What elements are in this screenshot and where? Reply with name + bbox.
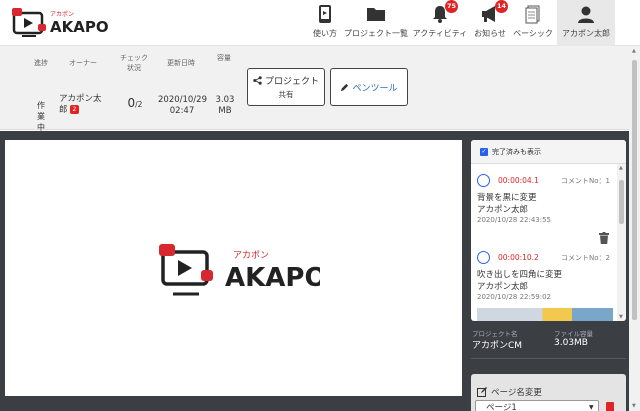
comment-text: 吹き出しを四角に変更 — [477, 270, 563, 280]
owner-count-badge: 2 — [69, 105, 80, 114]
notice-badge: 14 — [494, 0, 508, 13]
svg-text:アカポン: アカポン — [50, 10, 74, 18]
akapon-preview-logo: アカポン AKAPON — [159, 244, 320, 296]
comments-scrollbar[interactable]: ▲ ▼ — [617, 164, 626, 321]
nav-notice[interactable]: 14 お知らせ — [472, 0, 508, 46]
comment-date: 2020/10/28 22:59:02 — [477, 293, 552, 301]
nav-label: ベーシック — [513, 29, 553, 38]
svg-text:AKAPON: AKAPON — [225, 263, 320, 293]
edit-icon — [477, 387, 487, 397]
scroll-down-arrow-icon[interactable]: ▼ — [632, 403, 636, 409]
project-info-bar: 進捗 オーナー チェック状況 更新日時 容量 作業中 アカポン太郎 2 0/2 2… — [0, 46, 640, 157]
trash-icon[interactable] — [599, 232, 609, 244]
nav-usage[interactable]: 使い方 — [307, 0, 343, 46]
header-owner: オーナー — [69, 59, 97, 67]
progress-status: 作業中 — [37, 101, 45, 132]
nav-label: プロジェクト一覧 — [344, 29, 408, 38]
file-size-value: 3.03MB — [554, 338, 588, 348]
folder-icon — [365, 3, 387, 25]
updated-time: 02:47 — [169, 106, 195, 116]
show-done-label: 完了済みも表示 — [492, 147, 541, 156]
page-scrollbar-thumb[interactable] — [632, 60, 637, 320]
pen-icon — [341, 83, 349, 91]
nav-label: お知らせ — [474, 29, 506, 38]
share-project-button[interactable]: プロジェクト 共有 — [247, 68, 325, 106]
scroll-up-arrow-icon[interactable]: ▲ — [619, 165, 623, 171]
checkbox-checked-icon[interactable]: ✓ — [480, 147, 488, 156]
file-size-label: ファイル容量 — [554, 330, 593, 338]
resolve-circle-icon[interactable] — [477, 174, 490, 187]
header-check: チェック状況 — [120, 54, 148, 72]
nav-user-menu[interactable]: アカポン太郎 — [557, 0, 615, 46]
comment-date: 2020/10/28 22:43:55 — [477, 216, 552, 224]
nav-label: アクティビティ — [412, 29, 468, 38]
header-size: 容量 — [217, 54, 231, 62]
comment-item[interactable]: 00:00:10.2 コメントNo：2 吹き出しを四角に変更 アカポン太郎 20… — [471, 251, 614, 311]
workspace: アカポン AKAPON ✓ 完了済みも表示 00:00:04.1 コメントNo：… — [0, 131, 640, 411]
share-button-sub: 共有 — [278, 90, 294, 99]
chevron-down-icon[interactable]: ▼ — [589, 404, 594, 411]
page-name-header: ページ名変更 — [477, 386, 542, 398]
delete-page-icon[interactable] — [606, 402, 614, 411]
resolve-circle-icon[interactable] — [477, 251, 490, 264]
check-status: 0/2 — [122, 96, 148, 111]
size-value: 3.03 — [215, 95, 235, 105]
comment-number: コメントNo：1 — [561, 177, 610, 185]
header-progress: 進捗 — [34, 59, 48, 67]
plan-icon — [522, 3, 544, 25]
nav-activity[interactable]: 75 アクティビティ — [412, 0, 468, 46]
svg-text:アカポン: アカポン — [233, 250, 269, 261]
comment-thumbnail[interactable] — [477, 308, 613, 321]
pen-tool-button[interactable]: ペンツール — [330, 68, 408, 106]
show-done-toggle[interactable]: ✓ 完了済みも表示 — [471, 140, 626, 164]
project-name-label: プロジェクト名 — [472, 330, 518, 338]
nav-label: 使い方 — [313, 29, 337, 38]
scroll-down-arrow-icon[interactable]: ▼ — [619, 314, 623, 320]
divider — [471, 358, 626, 359]
akapon-logo[interactable]: アカポン AKAPON — [12, 6, 121, 38]
user-name: アカポン太郎 — [562, 29, 610, 38]
nav-basic-plan[interactable]: ベーシック — [512, 0, 554, 46]
comment-time[interactable]: 00:00:04.1 — [498, 176, 539, 185]
header-updated: 更新日時 — [167, 59, 195, 67]
bell-icon: 75 — [429, 0, 458, 25]
owner-name: アカポン太郎 — [59, 94, 102, 115]
owner-cell: アカポン太郎 2 — [59, 94, 107, 116]
page-name-panel: ページ名変更 ページ1 ▼ — [471, 374, 626, 411]
project-name-value: アカポンCM — [472, 341, 523, 351]
top-header: アカポン AKAPON 使い方 プロジェクト一覧 75 アクティビティ 14 お… — [0, 0, 640, 46]
comments-panel: ✓ 完了済みも表示 00:00:04.1 コメントNo：1 背景を黒に変更 アカ… — [471, 140, 626, 321]
activity-badge: 75 — [444, 0, 458, 13]
megaphone-icon: 14 — [479, 0, 508, 25]
comment-number: コメントNo：2 — [561, 254, 610, 262]
nav-projects[interactable]: プロジェクト一覧 — [344, 0, 408, 46]
check-done: 0 — [127, 96, 136, 110]
updated-cell: 2020/10/29 02:47 — [158, 95, 207, 117]
size-cell: 3.03 MB — [214, 95, 236, 117]
check-total: /2 — [135, 100, 143, 109]
comment-item[interactable]: 00:00:04.1 コメントNo：1 背景を黒に変更 アカポン太郎 2020/… — [471, 174, 614, 254]
comment-time[interactable]: 00:00:10.2 — [498, 253, 539, 262]
tablet-icon — [314, 3, 336, 25]
share-icon — [253, 76, 262, 85]
page-scrollbar[interactable]: ▲ ▼ — [629, 46, 640, 411]
scroll-up-arrow-icon[interactable]: ▲ — [632, 48, 636, 54]
updated-date: 2020/10/29 — [158, 95, 207, 105]
user-icon — [575, 3, 597, 25]
comment-text: 背景を黒に変更 — [477, 193, 537, 203]
size-unit: MB — [218, 106, 232, 116]
comment-user: アカポン太郎 — [477, 282, 529, 292]
pen-tool-label: ペンツール — [352, 83, 398, 94]
page-select[interactable]: ページ1 — [475, 400, 599, 411]
share-button-title: プロジェクト — [264, 77, 319, 87]
svg-text:AKAPON: AKAPON — [50, 18, 108, 36]
comment-user: アカポン太郎 — [477, 205, 529, 215]
page-name-title: ページ名変更 — [491, 388, 542, 398]
scrollbar-thumb[interactable] — [619, 180, 624, 224]
preview-canvas[interactable]: アカポン AKAPON — [5, 140, 462, 396]
